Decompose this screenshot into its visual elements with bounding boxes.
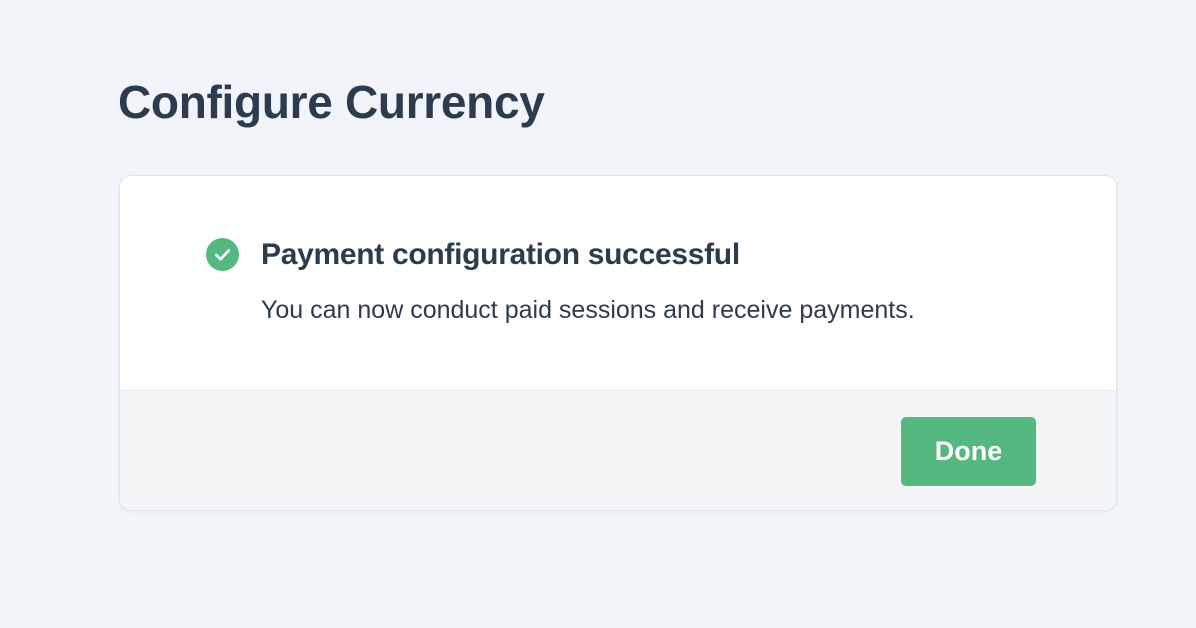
success-title: Payment configuration successful	[261, 238, 740, 271]
payment-success-card: Payment configuration successful You can…	[119, 175, 1117, 511]
done-button[interactable]: Done	[901, 417, 1036, 486]
page-title: Configure Currency	[118, 76, 545, 128]
success-message: You can now conduct paid sessions and re…	[261, 296, 915, 324]
card-footer: Done	[120, 390, 1116, 510]
card-body: Payment configuration successful You can…	[120, 176, 1116, 390]
check-circle-icon	[206, 238, 239, 271]
